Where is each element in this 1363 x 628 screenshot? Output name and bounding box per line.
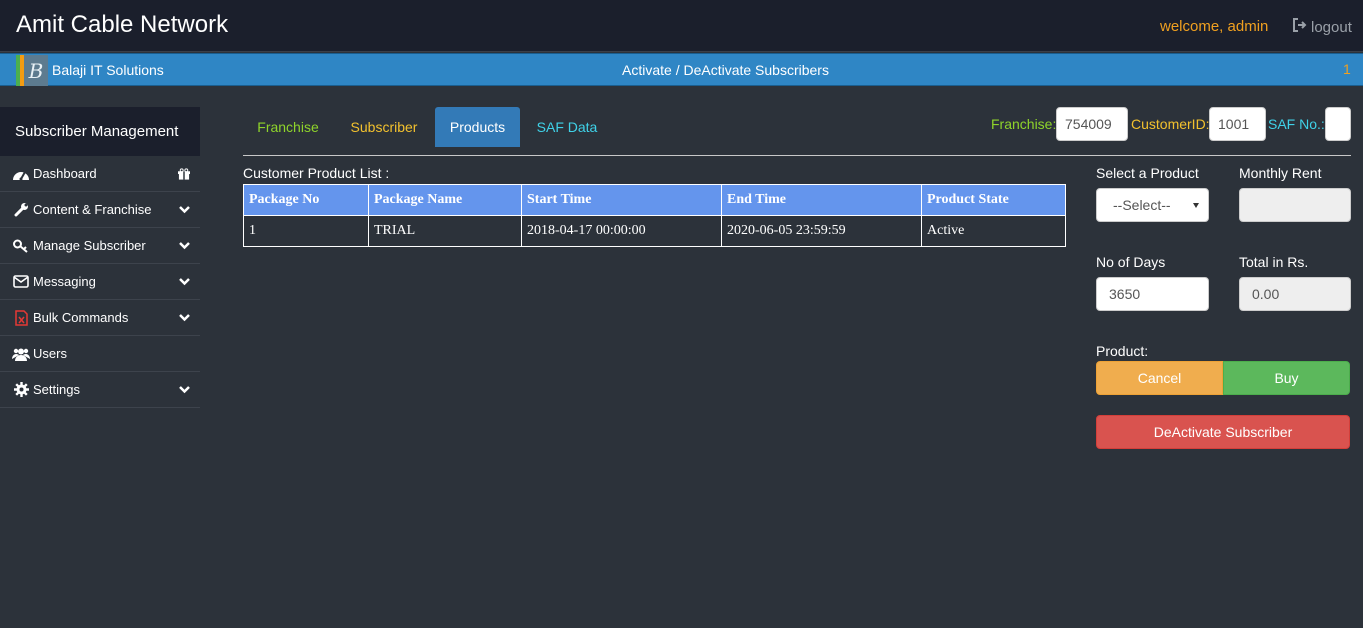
cell-end-time: 2020-06-05 23:59:59 [721, 215, 922, 247]
total-field [1239, 277, 1351, 311]
key-icon [12, 238, 30, 254]
days-input[interactable] [1096, 277, 1209, 311]
table-header-row: Package No Package Name Start Time End T… [243, 184, 1066, 216]
sidebar-item-label: Dashboard [33, 166, 97, 181]
envelope-icon [12, 274, 30, 290]
logout-label: logout [1311, 18, 1352, 36]
franchise-label: Franchise: [991, 116, 1057, 132]
users-icon [12, 346, 30, 362]
dashboard-icon [12, 166, 30, 182]
welcome-text: welcome, admin [1160, 18, 1269, 35]
sidebar: Subscriber Management Dashboard Content … [0, 107, 200, 408]
saf-no-label: SAF No.: [1268, 116, 1325, 132]
company-name: Balaji IT Solutions [52, 62, 164, 78]
franchise-input[interactable] [1056, 107, 1128, 141]
monthly-rent-field [1239, 188, 1351, 222]
total-label: Total in Rs. [1239, 254, 1309, 270]
page-title: Activate / DeActivate Subscribers [622, 62, 829, 78]
product-list-title: Customer Product List : [243, 165, 390, 181]
wrench-icon [12, 202, 30, 218]
app-title: Amit Cable Network [16, 11, 229, 38]
column-header: Product State [921, 184, 1066, 216]
buy-button[interactable]: Buy [1223, 361, 1350, 395]
cell-package-no: 1 [243, 215, 369, 247]
sidebar-item-label: Users [33, 346, 67, 361]
select-product-label: Select a Product [1096, 165, 1199, 181]
chevron-down-icon [178, 383, 190, 397]
customer-id-input[interactable] [1209, 107, 1266, 141]
sidebar-item-label: Content & Franchise [33, 202, 152, 217]
product-table: Package No Package Name Start Time End T… [243, 184, 1066, 247]
column-header: Start Time [521, 184, 722, 216]
chevron-down-icon [178, 239, 190, 253]
logo-letter: B [24, 55, 48, 86]
product-select[interactable]: --Select-- [1096, 188, 1209, 222]
notification-count[interactable]: 1 [1343, 61, 1351, 77]
customer-id-label: CustomerID: [1131, 116, 1210, 132]
chevron-down-icon [178, 203, 190, 217]
chevron-down-icon [178, 311, 190, 325]
saf-no-input[interactable] [1325, 107, 1351, 141]
excel-file-icon [12, 309, 30, 326]
tab-divider [243, 155, 1351, 156]
tab-franchise[interactable]: Franchise [243, 107, 333, 147]
column-header: Package No [243, 184, 369, 216]
gift-icon [178, 167, 190, 181]
sidebar-item-messaging[interactable]: Messaging [0, 264, 200, 300]
info-bar: B Balaji IT Solutions Activate / DeActiv… [0, 53, 1363, 86]
gear-icon [12, 382, 30, 398]
sidebar-item-users[interactable]: Users [0, 336, 200, 372]
deactivate-subscriber-button[interactable]: DeActivate Subscriber [1096, 415, 1350, 449]
sidebar-item-label: Bulk Commands [33, 310, 129, 325]
sidebar-item-dashboard[interactable]: Dashboard [0, 156, 200, 192]
chevron-down-icon [178, 275, 190, 289]
cell-start-time: 2018-04-17 00:00:00 [521, 215, 722, 247]
sidebar-item-label: Settings [33, 382, 80, 397]
days-label: No of Days [1096, 254, 1166, 270]
cell-package-name: TRIAL [368, 215, 522, 247]
caret-down-icon [1193, 203, 1199, 208]
sidebar-item-settings[interactable]: Settings [0, 372, 200, 408]
sidebar-item-content-franchise[interactable]: Content & Franchise [0, 192, 200, 228]
sidebar-item-bulk-commands[interactable]: Bulk Commands [0, 300, 200, 336]
sidebar-item-manage-subscriber[interactable]: Manage Subscriber [0, 228, 200, 264]
product-select-value: --Select-- [1113, 197, 1171, 213]
cancel-button[interactable]: Cancel [1096, 361, 1223, 395]
monthly-rent-label: Monthly Rent [1239, 165, 1322, 181]
column-header: End Time [721, 184, 922, 216]
tab-subscriber[interactable]: Subscriber [337, 107, 431, 147]
column-header: Package Name [368, 184, 522, 216]
tab-products[interactable]: Products [435, 107, 520, 147]
sidebar-item-label: Manage Subscriber [33, 238, 146, 253]
logout-link[interactable]: logout [1292, 18, 1352, 36]
cell-product-state: Active [921, 215, 1066, 247]
sidebar-title: Subscriber Management [0, 107, 200, 156]
tab-saf-data[interactable]: SAF Data [522, 107, 612, 147]
table-row[interactable]: 1 TRIAL 2018-04-17 00:00:00 2020-06-05 2… [243, 215, 1066, 247]
sidebar-item-label: Messaging [33, 274, 96, 289]
company-logo: B [16, 55, 48, 86]
product-label: Product: [1096, 343, 1149, 359]
top-header: Amit Cable Network welcome, admin logout [0, 0, 1363, 52]
logout-icon [1292, 18, 1307, 36]
